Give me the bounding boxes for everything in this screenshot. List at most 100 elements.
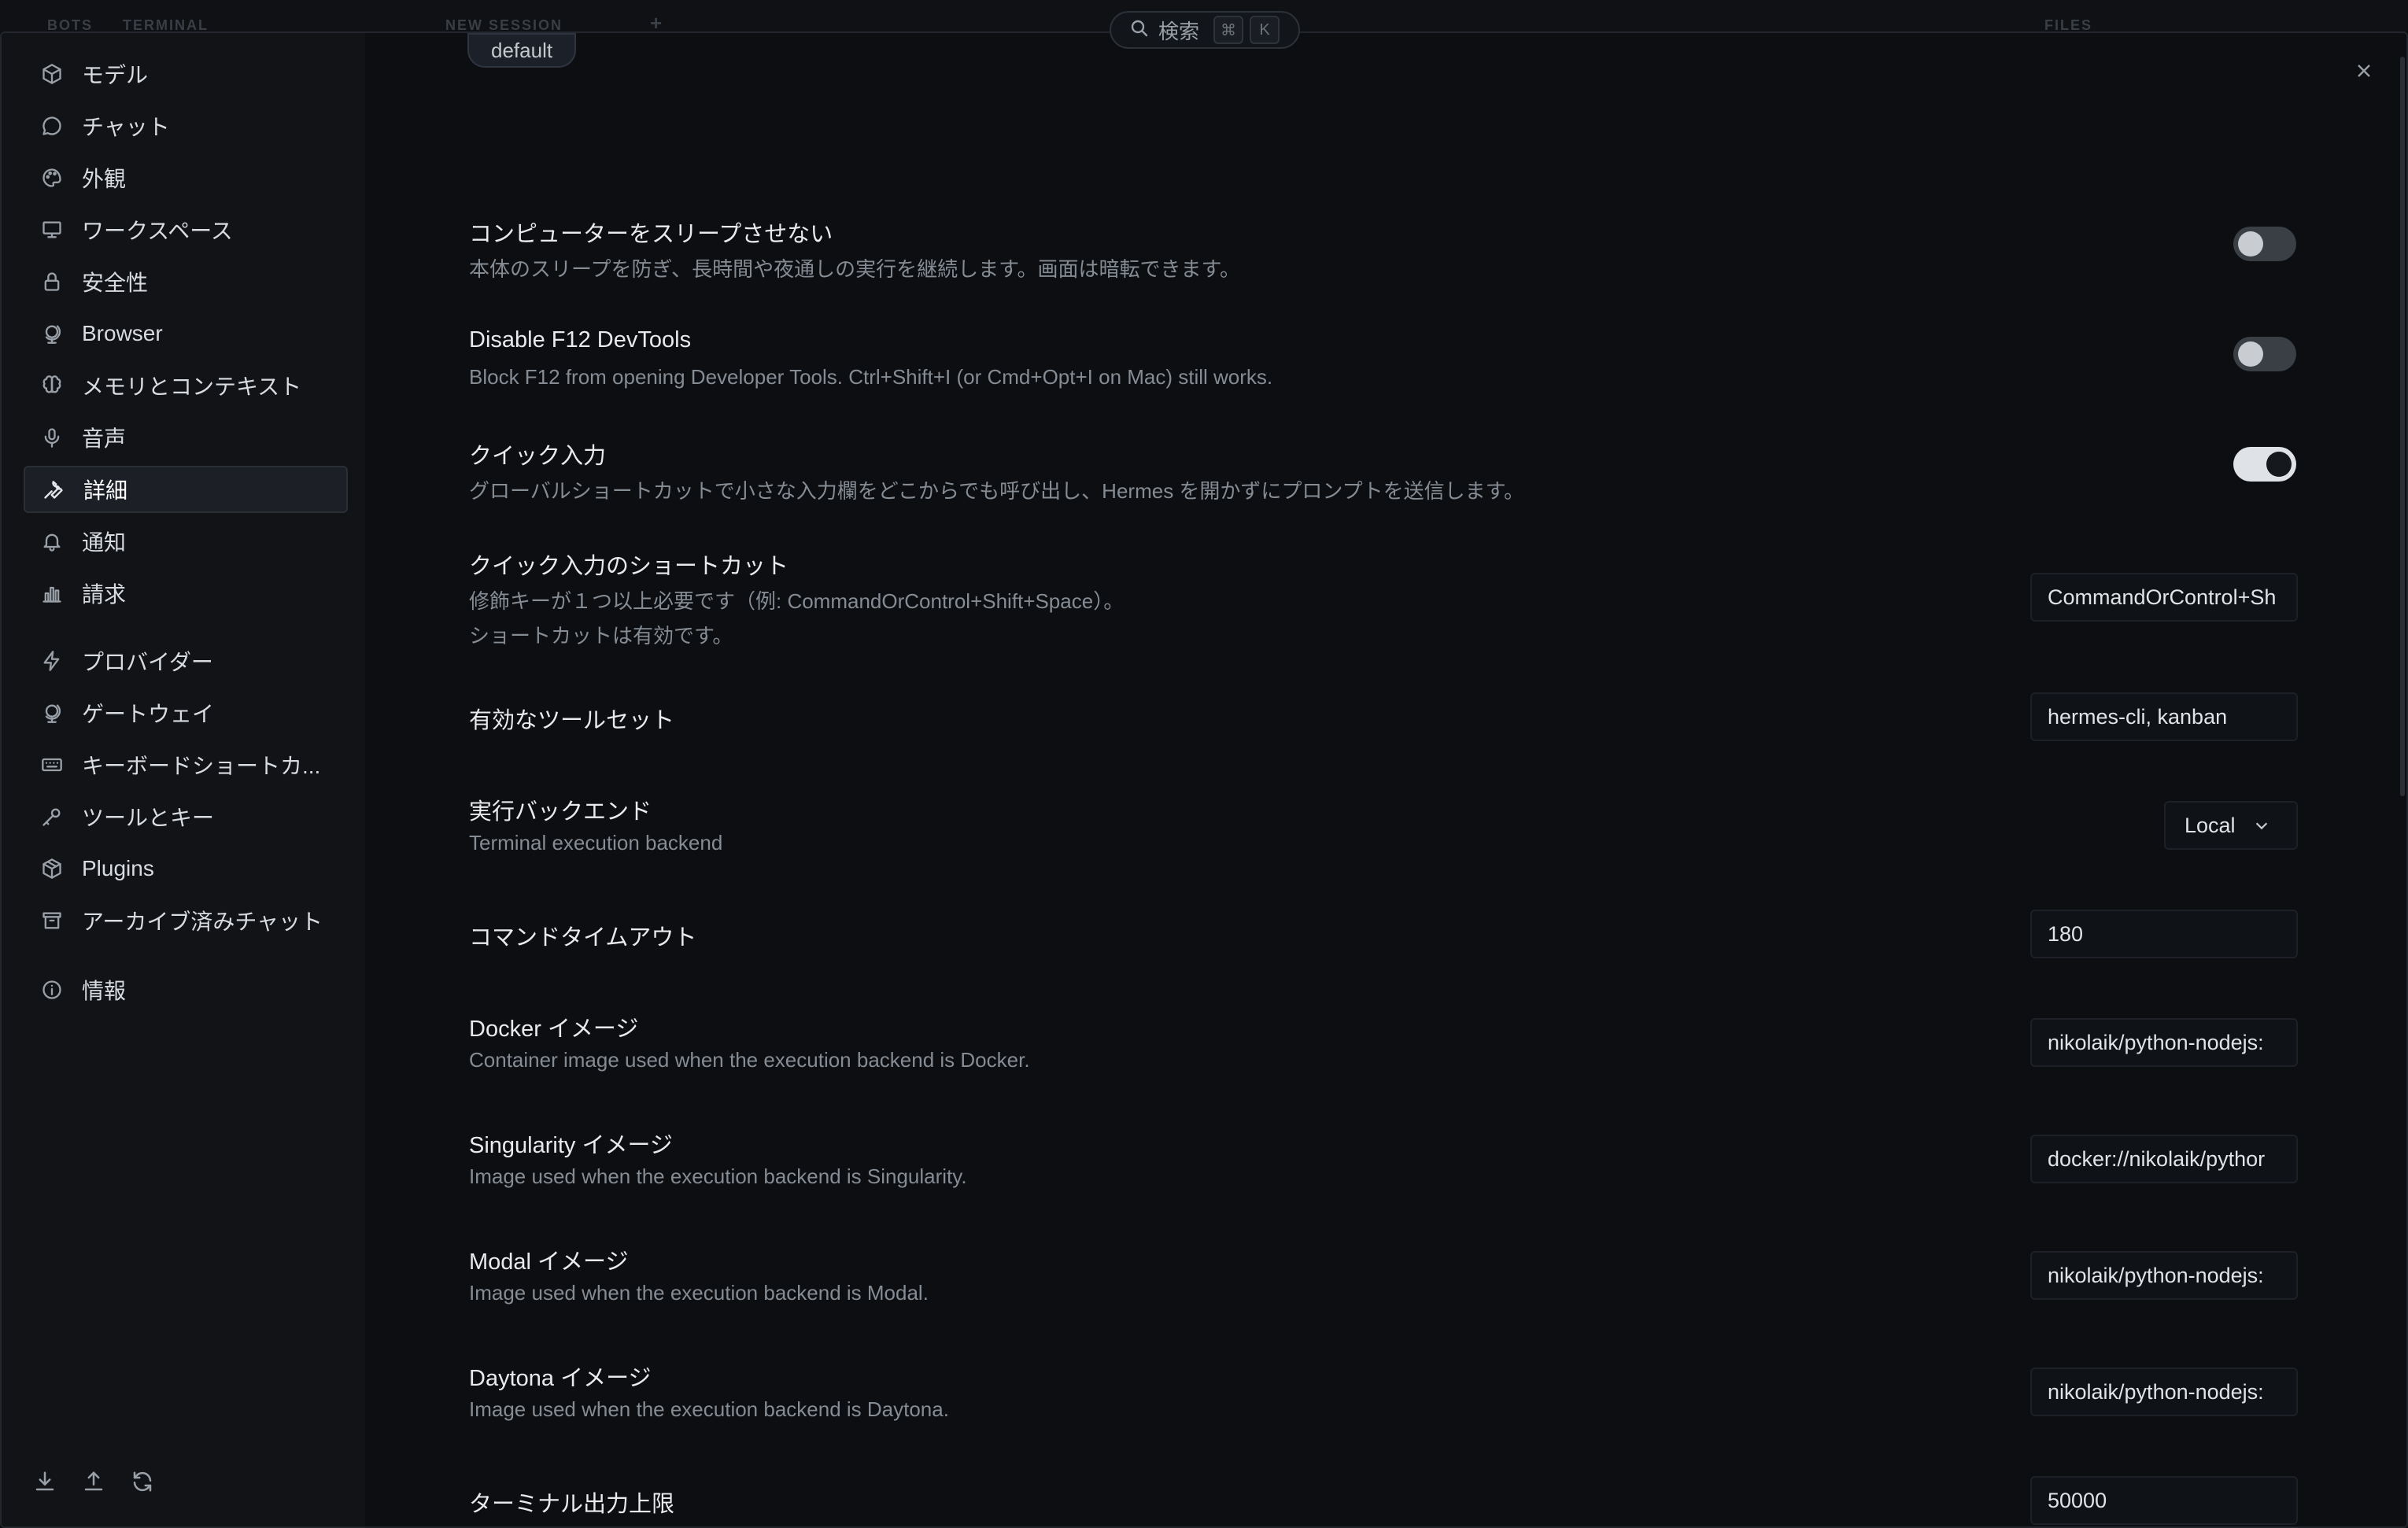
toolsets-input[interactable]: hermes-cli, kanban — [2030, 692, 2298, 741]
sidebar-item-label: 通知 — [82, 530, 127, 555]
sidebar-item-security[interactable]: 安全性 — [24, 258, 348, 305]
close-modal-button[interactable] — [2350, 57, 2378, 85]
refresh-icon[interactable] — [131, 1470, 154, 1497]
globe-stand-icon — [39, 700, 65, 725]
profile-chip[interactable]: default — [467, 33, 577, 68]
sidebar-item-label: チャット — [82, 115, 170, 139]
sidebar-item-label: ワークスペース — [82, 219, 233, 243]
keyboard-icon — [39, 752, 65, 777]
sidebar-item-label: キーボードショートカ... — [82, 754, 321, 778]
brain-icon — [39, 373, 65, 398]
setting-title-toolsets: 有効なツールセット — [469, 708, 675, 733]
setting-desc-docker: Container image used when the execution … — [469, 1048, 1030, 1072]
timeout-input[interactable]: 180 — [2030, 910, 2298, 958]
close-icon — [2358, 65, 2370, 77]
toggle-knob — [2266, 452, 2292, 477]
setting-desc-singularity: Image used when the execution backend is… — [469, 1164, 967, 1188]
sidebar-item-appearance[interactable]: 外観 — [24, 154, 348, 201]
quick-input-toggle[interactable] — [2233, 447, 2296, 482]
sidebar-item-about[interactable]: 情報 — [24, 966, 348, 1013]
monitor-icon — [39, 217, 65, 242]
sidebar-item-tools-keys[interactable]: ツールとキー — [24, 793, 348, 840]
setting-status-quick-shortcut: ショートカットは有効です。 — [469, 624, 733, 648]
sidebar-item-chat[interactable]: チャット — [24, 102, 348, 149]
setting-desc-no-sleep: 本体のスリープを防ぎ、長時間や夜通しの実行を継続します。画面は暗転できます。 — [469, 257, 1240, 281]
sidebar-item-label: Browser — [82, 321, 163, 345]
shortcut-k-key: K — [1250, 16, 1280, 44]
sidebar-item-label: アーカイブ済みチャット — [82, 910, 323, 934]
settings-content: default コンピューターをスリープさせない 本体のスリープを防ぎ、長時間や… — [365, 33, 2406, 1526]
search-icon — [1130, 19, 1149, 42]
sidebar-item-label: 情報 — [82, 979, 127, 1003]
content-scrollbar[interactable] — [2400, 57, 2405, 796]
sidebar-item-label: ツールとキー — [82, 806, 215, 830]
shortcut-cmd-key: ⌘ — [1213, 16, 1244, 44]
download-icon[interactable] — [33, 1470, 57, 1497]
archive-icon — [39, 908, 65, 933]
sidebar-item-workspace[interactable]: ワークスペース — [24, 206, 348, 253]
sidebar-item-providers[interactable]: プロバイダー — [24, 637, 348, 685]
sidebar-item-memory-context[interactable]: メモリとコンテキスト — [24, 362, 348, 409]
upload-icon[interactable] — [82, 1470, 105, 1497]
setting-title-no-sleep: コンピューターをスリープさせない — [469, 222, 833, 247]
palette-icon — [39, 165, 65, 190]
toggle-knob — [2238, 231, 2263, 257]
setting-desc-disable-f12: Block F12 from opening Developer Tools. … — [469, 365, 1273, 389]
sidebar-item-notifications[interactable]: 通知 — [24, 518, 348, 565]
chat-bubble-icon — [39, 113, 65, 138]
no-sleep-toggle[interactable] — [2233, 227, 2296, 261]
toggle-knob — [2238, 341, 2263, 367]
setting-desc-daytona: Image used when the execution backend is… — [469, 1397, 949, 1421]
sidebar-item-keyboard-shortcuts[interactable]: キーボードショートカ... — [24, 741, 348, 788]
setting-title-backend: 実行バックエンド — [469, 799, 652, 825]
sidebar-item-models[interactable]: モデル — [24, 50, 348, 98]
sidebar-item-gateway[interactable]: ゲートウェイ — [24, 689, 348, 736]
setting-title-singularity: Singularity イメージ — [469, 1133, 673, 1158]
disable-f12-toggle[interactable] — [2233, 337, 2296, 371]
sidebar-item-label: ゲートウェイ — [82, 702, 215, 726]
sidebar-item-advanced[interactable]: 詳細 — [24, 466, 348, 513]
settings-modal: モデル チャット 外観 ワークスペース 安全性 Browser メモリとコンテキ… — [0, 31, 2408, 1528]
setting-title-disable-f12: Disable F12 DevTools — [469, 327, 692, 352]
sidebar-footer — [33, 1470, 154, 1497]
key-icon — [39, 804, 65, 829]
search-button[interactable]: 検索 ⌘ K — [1110, 11, 1300, 49]
setting-desc-backend: Terminal execution backend — [469, 831, 723, 854]
sidebar-item-label: 請求 — [82, 582, 127, 607]
chevron-down-icon — [2255, 822, 2267, 830]
sidebar-item-label: モデル — [82, 63, 149, 87]
daytona-image-input[interactable]: nikolaik/python-nodejs: — [2030, 1367, 2298, 1416]
search-label: 検索 — [1158, 19, 1200, 43]
info-icon — [39, 977, 65, 1002]
sidebar-item-plugins[interactable]: Plugins — [24, 845, 348, 892]
modal-image-input[interactable]: nikolaik/python-nodejs: — [2030, 1251, 2298, 1300]
globe-stand-icon — [39, 321, 65, 346]
setting-desc-modal: Image used when the execution backend is… — [469, 1281, 929, 1305]
sidebar-item-label: 安全性 — [82, 271, 149, 295]
package-icon — [39, 856, 65, 881]
sidebar-item-label: 音声 — [82, 426, 127, 451]
singularity-image-input[interactable]: docker://nikolaik/pythor — [2030, 1135, 2298, 1183]
sidebar-item-label: プロバイダー — [82, 650, 213, 674]
sidebar-item-label: 詳細 — [83, 478, 128, 503]
backend-select-value: Local — [2185, 813, 2236, 837]
sidebar-item-voice[interactable]: 音声 — [24, 414, 348, 461]
bar-chart-icon — [39, 581, 65, 606]
setting-title-daytona: Daytona イメージ — [469, 1366, 652, 1391]
output-limit-input[interactable]: 50000 — [2030, 1476, 2298, 1525]
sidebar-item-billing[interactable]: 請求 — [24, 570, 348, 617]
wrench-icon — [41, 477, 66, 502]
setting-desc-quick-input: グローバルショートカットで小さな入力欄をどこからでも呼び出し、Hermes を開… — [469, 479, 1525, 503]
settings-sidebar: モデル チャット 外観 ワークスペース 安全性 Browser メモリとコンテキ… — [2, 33, 365, 1526]
setting-title-modal: Modal イメージ — [469, 1249, 629, 1275]
sidebar-item-browser[interactable]: Browser — [24, 310, 348, 357]
lightning-icon — [39, 648, 65, 674]
bell-icon — [39, 529, 65, 554]
lock-icon — [39, 269, 65, 294]
microphone-icon — [39, 425, 65, 450]
setting-title-docker: Docker イメージ — [469, 1017, 639, 1042]
sidebar-item-archived-chats[interactable]: アーカイブ済みチャット — [24, 897, 348, 944]
backend-select[interactable]: Local — [2164, 801, 2298, 850]
quick-shortcut-input[interactable]: CommandOrControl+Sh — [2030, 573, 2298, 622]
docker-image-input[interactable]: nikolaik/python-nodejs: — [2030, 1018, 2298, 1067]
